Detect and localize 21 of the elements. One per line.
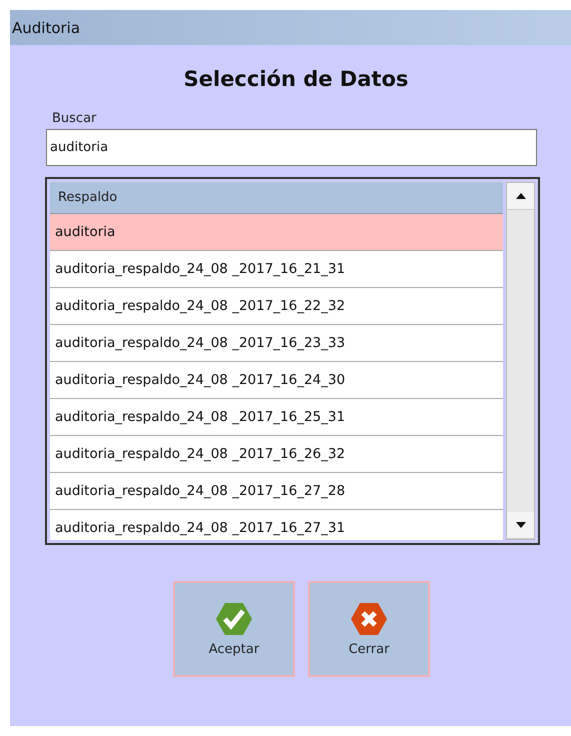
table-row[interactable]: auditoria [50,214,503,251]
table-row[interactable]: auditoria_respaldo_24_08 _2017_16_27_28 [50,473,503,510]
close-icon [350,602,388,636]
search-label: Buscar [52,111,98,126]
table-row[interactable]: auditoria_respaldo_24_08 _2017_16_26_32 [50,436,503,473]
table-row[interactable]: auditoria_respaldo_24_08 _2017_16_23_33 [50,325,503,362]
down-arrow-icon[interactable] [516,522,526,528]
table-row[interactable]: auditoria_respaldo_24_08 _2017_16_24_30 [50,362,503,399]
check-icon [215,602,253,636]
column-header[interactable]: Respaldo [50,182,503,214]
up-arrow-icon[interactable] [516,193,526,199]
table-row[interactable]: auditoria_respaldo_24_08 _2017_16_27_31 [50,510,503,540]
window-title: Auditoria [12,18,80,36]
accept-button[interactable]: Aceptar [173,581,295,677]
close-button[interactable]: Cerrar [308,581,430,677]
table-row[interactable]: auditoria_respaldo_24_08 _2017_16_21_31 [50,251,503,288]
table-row[interactable]: auditoria_respaldo_24_08 _2017_16_22_32 [50,288,503,325]
search-field[interactable]: auditoria [46,129,537,166]
scrollbar[interactable] [506,182,535,540]
heading: Selección de Datos [182,67,410,91]
table-row[interactable]: auditoria_respaldo_24_08 _2017_16_25_31 [50,399,503,436]
